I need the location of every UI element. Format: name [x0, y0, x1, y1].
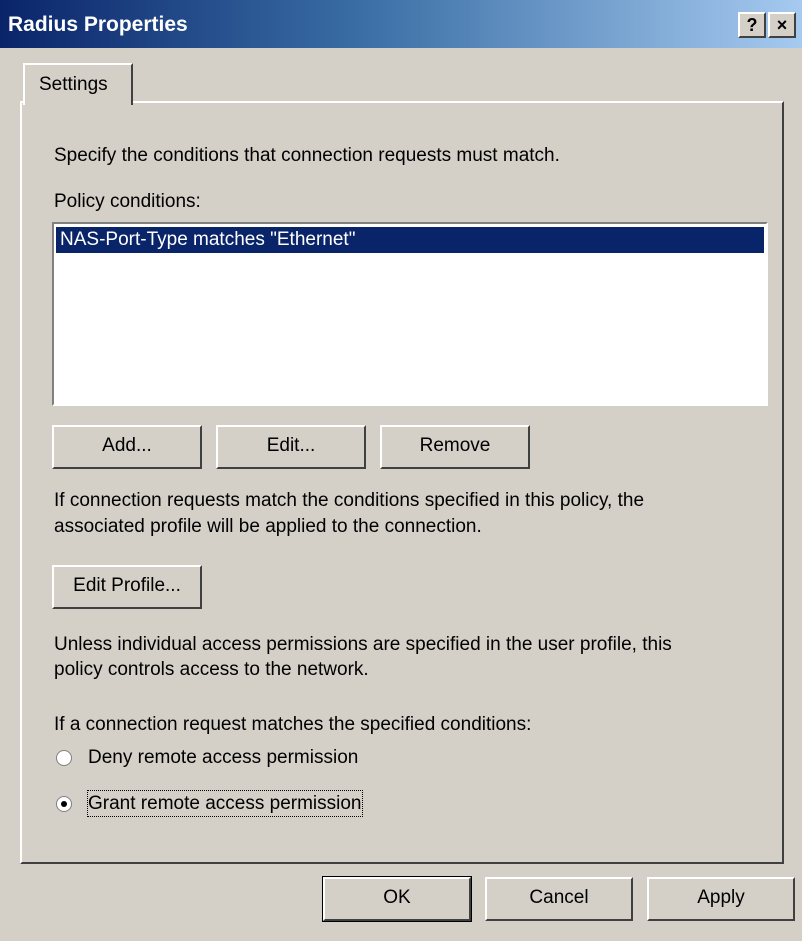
deny-label[interactable]: Deny remote access permission: [88, 745, 358, 770]
remove-button[interactable]: Remove: [380, 425, 530, 469]
title-bar: Radius Properties ? ×: [0, 0, 802, 48]
apply-button[interactable]: Apply: [647, 877, 795, 921]
conditions-label: Policy conditions:: [54, 191, 201, 212]
tab-settings[interactable]: Settings: [23, 63, 133, 105]
condition-item[interactable]: NAS-Port-Type matches "Ethernet": [56, 227, 764, 253]
cancel-button[interactable]: Cancel: [485, 877, 633, 921]
help-button[interactable]: ?: [738, 12, 766, 38]
profile-text-line2: associated profile will be applied to th…: [54, 516, 482, 537]
conditions-listbox[interactable]: NAS-Port-Type matches "Ethernet": [52, 222, 768, 406]
edit-profile-button[interactable]: Edit Profile...: [52, 565, 202, 609]
deny-radio[interactable]: [56, 750, 72, 766]
window-title: Radius Properties: [8, 13, 188, 36]
profile-text-line1: If connection requests match the conditi…: [54, 490, 645, 511]
ok-button[interactable]: OK: [322, 876, 472, 922]
tab-settings-label: Settings: [39, 74, 108, 95]
permissions-text-line2: policy controls access to the network.: [54, 659, 369, 680]
grant-label[interactable]: Grant remote access permission: [87, 790, 363, 817]
edit-button[interactable]: Edit...: [216, 425, 366, 469]
grant-radio[interactable]: [56, 796, 72, 812]
close-button[interactable]: ×: [768, 12, 796, 38]
add-button[interactable]: Add...: [52, 425, 202, 469]
intro-text: Specify the conditions that connection r…: [54, 145, 560, 166]
permissions-text-line1: Unless individual access permissions are…: [54, 634, 672, 655]
match-label: If a connection request matches the spec…: [54, 714, 532, 735]
